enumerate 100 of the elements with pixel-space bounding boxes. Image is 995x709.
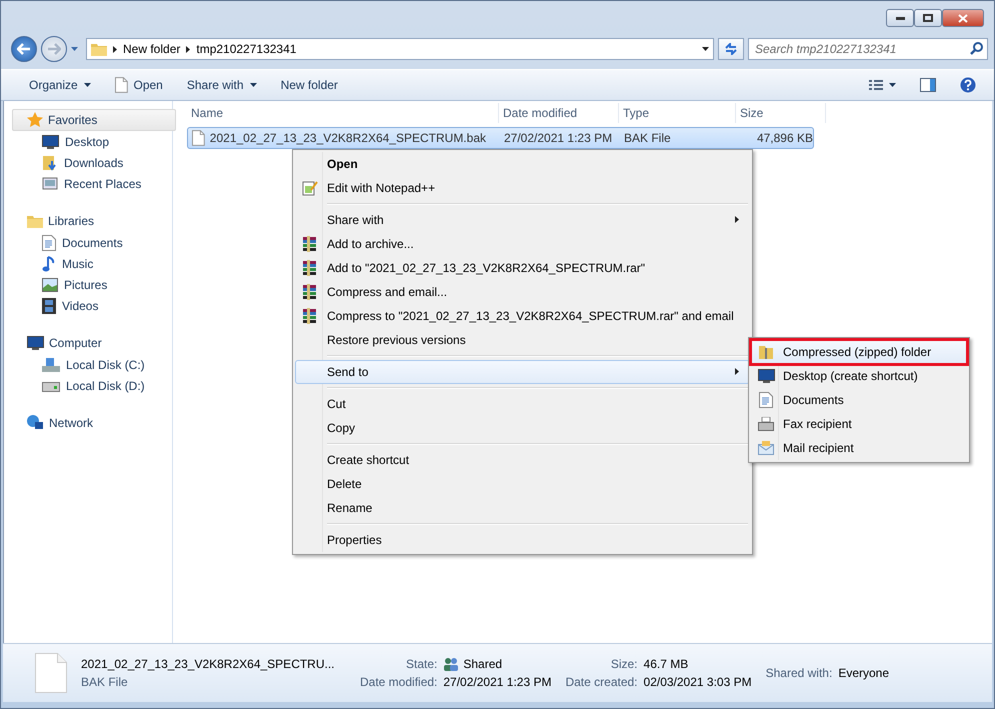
caret-icon [889,83,896,87]
sidebar-item[interactable]: Desktop [12,131,172,152]
sidebar-group[interactable]: Computer [12,332,176,354]
sidebar-item[interactable]: Documents [12,232,172,253]
toolbar-button[interactable]: New folder [270,75,348,95]
menu-item[interactable]: Open [295,152,750,176]
refresh-icon [724,43,738,55]
chevron-icon [113,46,117,52]
caret-icon [84,83,91,87]
help-icon [960,77,976,93]
library-folder-icon [27,214,43,228]
back-button[interactable] [11,36,37,62]
breadcrumb[interactable]: New folder [123,42,180,56]
star-icon [27,112,43,128]
detail-value: Shared [443,657,552,671]
file-icon [35,653,67,693]
table-cell-text: 27/02/2021 1:23 PM [503,131,614,145]
table-cell: 2021_02_27_13_23_V2K8R2X64_SPECTRUM.bak [188,130,500,146]
detail-label: Shared with: [766,666,832,680]
drive-icon [42,380,60,392]
search-field[interactable]: Search tmp210227132341 [748,38,988,60]
caret-icon [702,47,709,51]
monitor-icon [758,369,774,383]
menu-item[interactable]: Delete [295,472,750,496]
menu-item[interactable]: Properties [295,528,750,552]
document-icon [42,234,56,250]
menu-item[interactable]: Restore previous versions [295,328,750,352]
refresh-button[interactable] [718,38,744,60]
menu-item[interactable]: Add to archive... [295,232,750,256]
column-header[interactable]: Type [619,103,736,123]
menu-item[interactable]: Cut [295,392,750,416]
menu-item[interactable]: Share with [295,208,750,232]
sidebar-item[interactable]: Local Disk (C:) [12,354,172,375]
file-name: 2021_02_27_13_23_V2K8R2X64_SPECTRU... [81,657,336,671]
sidebar-group[interactable]: Favorites [12,109,176,131]
picture-icon [42,278,58,292]
menu-item[interactable]: Documents [751,388,967,412]
submenu-arrow-icon [735,216,739,223]
books-icon [302,308,318,324]
drive-icon [42,358,60,372]
menu-item[interactable]: Fax recipient [751,412,967,436]
computer-icon [27,336,44,350]
list-view-icon [869,80,883,90]
menu-item[interactable]: Copy [295,416,750,440]
sidebar-item[interactable]: Videos [12,295,172,316]
sidebar-item[interactable]: Pictures [12,274,172,295]
sidebar-group[interactable]: Network [12,412,176,434]
minimize-icon [896,16,904,20]
forward-button[interactable] [41,36,67,62]
column-header[interactable]: Size [736,103,826,123]
menu-item[interactable]: Compress to "2021_02_27_13_23_V2K8R2X64_SPECTRUM.rar" and email [295,304,750,328]
menu-item[interactable]: Send to [295,360,750,384]
toolbar-button[interactable]: Organize [19,75,101,95]
menu-item[interactable]: Add to "2021_02_27_13_23_V2K8R2X64_SPECTRUM.rar" [295,256,750,280]
close-icon [958,14,968,22]
address-bar[interactable]: New folder tmp210227132341 [86,38,714,60]
detail-value: 27/02/2021 1:23 PM [443,675,552,689]
monitor-icon [42,134,59,148]
minimize-button[interactable] [886,9,914,27]
zip-folder-icon [758,344,774,360]
toolbar-button[interactable]: Open [104,74,173,96]
maximize-button[interactable] [914,9,942,27]
sidebar-item[interactable]: Downloads [12,152,172,173]
forward-arrow-icon [47,43,61,55]
file-row[interactable]: 2021_02_27_13_23_V2K8R2X64_SPECTRUM.bak 27/02/2021 1:23 PM BAK File 47,896 KB [187,127,814,149]
fax-icon [758,416,774,432]
sidebar-group[interactable]: Libraries [12,210,176,232]
books-icon [302,260,318,276]
maximize-icon [923,14,933,22]
menu-item[interactable]: Rename [295,496,750,520]
detail-label: Date modified: [360,675,438,689]
file-type: BAK File [81,675,129,689]
detail-label: Date created: [565,675,638,689]
detail-value: Everyone [838,666,890,680]
table-cell-text: 47,896 KB [756,131,813,145]
menu-item[interactable]: Create shortcut [295,448,750,472]
column-header[interactable]: Date modified [499,103,619,123]
search-icon [970,42,983,55]
detail-label: Size: [610,657,638,671]
back-arrow-icon [17,43,31,55]
toolbar-button[interactable]: Share with [176,75,267,95]
caret-icon [71,47,78,51]
detail-value: 46.7 MB [644,657,690,671]
menu-item[interactable]: Compress and email... [295,280,750,304]
breadcrumb[interactable]: tmp210227132341 [196,42,296,56]
pane-icon [920,78,936,92]
chevron-icon [186,46,190,52]
menu-item[interactable]: Edit with Notepad++ [295,176,750,200]
column-header[interactable]: Name [187,103,499,123]
document-icon [759,392,773,408]
sidebar-item[interactable]: Local Disk (D:) [12,375,172,396]
menu-item[interactable]: Mail recipient [751,436,967,460]
menu-item[interactable]: Desktop (create shortcut) [751,364,967,388]
menu-item[interactable]: Compressed (zipped) folder [751,340,967,364]
sidebar-item[interactable]: Recent Places [12,173,172,194]
download-folder-icon [42,154,58,170]
submenu-arrow-icon [735,368,739,375]
folder-icon [91,42,107,56]
sidebar-item[interactable]: Music [12,253,172,274]
close-button[interactable] [942,9,984,27]
